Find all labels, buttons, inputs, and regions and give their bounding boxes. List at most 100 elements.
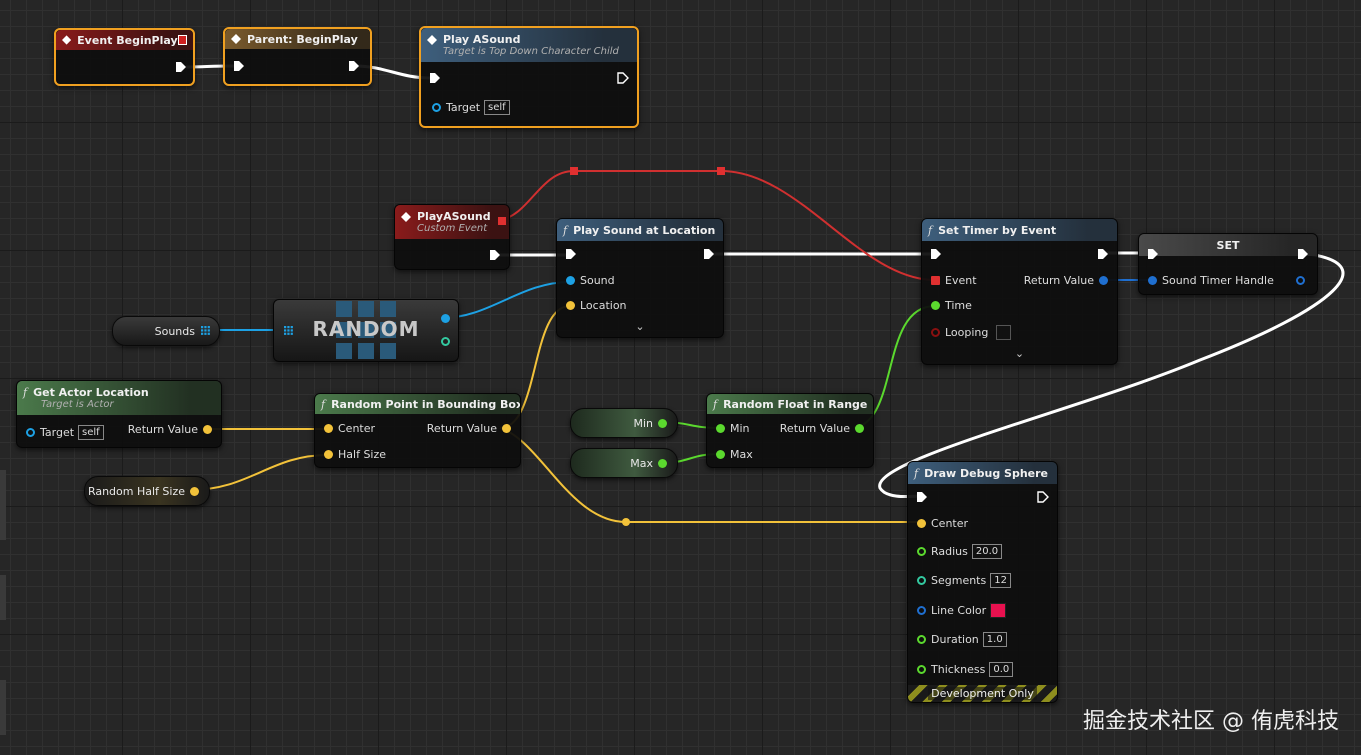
max-variable-node[interactable]: Max <box>570 448 678 478</box>
delegate-pin[interactable] <box>177 35 187 45</box>
exec-out-pin[interactable] <box>175 61 187 73</box>
target-pin[interactable] <box>26 428 35 437</box>
node-title: Parent: BeginPlay <box>247 32 358 46</box>
chevron-down-icon[interactable]: ⌄ <box>557 320 723 333</box>
blueprint-graph-canvas[interactable]: Event BeginPlay Parent: BeginPlay Play A… <box>0 0 1361 755</box>
return-value-pin[interactable] <box>1099 276 1108 285</box>
duration-pin[interactable] <box>917 635 926 644</box>
center-pin[interactable] <box>324 424 333 433</box>
center-pin[interactable] <box>917 519 926 528</box>
return-value-pin-row[interactable]: Return Value <box>780 422 869 435</box>
item-out-pin[interactable] <box>441 314 450 323</box>
sound-pin[interactable] <box>566 276 575 285</box>
halfsize-pin[interactable] <box>324 450 333 459</box>
draw-debug-sphere-node[interactable]: f Draw Debug Sphere Center Radius 20.0 S… <box>907 461 1058 703</box>
exec-in-pin[interactable] <box>1147 248 1159 260</box>
exec-in-pin[interactable] <box>930 248 942 260</box>
set-variable-node[interactable]: SET Sound Timer Handle <box>1138 233 1318 295</box>
delegate-pin[interactable] <box>498 217 506 225</box>
reroute-node[interactable] <box>717 167 725 175</box>
array-grid-icon[interactable] <box>284 326 294 336</box>
exec-arrow-icon <box>176 62 186 72</box>
looping-pin-row[interactable]: Looping <box>926 325 1012 340</box>
reroute-node[interactable] <box>622 518 630 526</box>
exec-out-pin[interactable] <box>617 72 629 84</box>
event-delegate-pin[interactable] <box>931 276 940 285</box>
index-out-pin[interactable] <box>441 337 450 346</box>
min-pin-row[interactable]: Min <box>711 422 750 435</box>
exec-out-pin[interactable] <box>489 249 501 261</box>
time-pin-row[interactable]: Time <box>926 299 972 312</box>
exec-out-pin[interactable] <box>1097 248 1109 260</box>
max-pin[interactable] <box>716 450 725 459</box>
exec-in-pin[interactable] <box>429 72 441 84</box>
random-half-size-variable-node[interactable]: Random Half Size <box>84 476 210 506</box>
exec-out-pin[interactable] <box>1297 248 1309 260</box>
segments-pin[interactable] <box>917 576 926 585</box>
line-color-swatch[interactable] <box>990 603 1007 618</box>
event-beginplay-node[interactable]: Event BeginPlay <box>54 28 195 86</box>
time-pin[interactable] <box>931 301 940 310</box>
target-pin-row[interactable]: Target self <box>427 100 510 115</box>
target-value-field[interactable]: self <box>78 425 104 440</box>
event-pin-row[interactable]: Event <box>926 274 977 287</box>
variable-out-pin[interactable] <box>658 418 667 428</box>
return-value-pin[interactable] <box>502 424 511 433</box>
sounds-variable-node[interactable]: Sounds <box>112 316 220 346</box>
chevron-down-icon[interactable]: ⌄ <box>922 347 1117 360</box>
playasound-custom-event-node[interactable]: PlayASound Custom Event <box>394 204 510 270</box>
looping-checkbox[interactable] <box>996 325 1012 340</box>
parent-beginplay-node[interactable]: Parent: BeginPlay <box>223 27 372 86</box>
segments-pin-row[interactable]: Segments 12 <box>912 573 1011 588</box>
location-pin[interactable] <box>566 301 575 310</box>
return-value-pin[interactable] <box>855 424 864 433</box>
sound-timer-handle-pin-row[interactable]: Sound Timer Handle <box>1143 274 1274 287</box>
play-asound-call-node[interactable]: Play ASound Target is Top Down Character… <box>419 26 639 128</box>
play-sound-at-location-node[interactable]: f Play Sound at Location Sound Location … <box>556 218 724 338</box>
random-array-item-node[interactable]: RANDOM <box>273 299 459 362</box>
segments-value-field[interactable]: 12 <box>990 573 1011 588</box>
exec-out-pin[interactable] <box>348 60 360 72</box>
variable-out-pin[interactable] <box>190 486 199 496</box>
return-value-pin-row[interactable]: Return Value <box>427 422 516 435</box>
duration-value-field[interactable]: 1.0 <box>982 632 1007 647</box>
exec-out-pin[interactable] <box>1037 491 1049 503</box>
return-value-pin-row[interactable]: Return Value <box>128 423 217 436</box>
exec-out-pin[interactable] <box>703 248 715 260</box>
set-timer-by-event-node[interactable]: f Set Timer by Event Event Return Value … <box>921 218 1118 365</box>
radius-value-field[interactable]: 20.0 <box>971 544 1003 559</box>
exec-in-pin[interactable] <box>916 491 928 503</box>
thickness-value-field[interactable]: 0.0 <box>989 662 1014 677</box>
max-pin-row[interactable]: Max <box>711 448 753 461</box>
looping-pin[interactable] <box>931 328 940 337</box>
duration-pin-row[interactable]: Duration 1.0 <box>912 632 1007 647</box>
thickness-pin[interactable] <box>917 665 926 674</box>
return-value-pin-row[interactable]: Return Value <box>1024 274 1113 287</box>
exec-in-pin[interactable] <box>233 60 245 72</box>
return-value-pin[interactable] <box>203 425 212 434</box>
min-pin[interactable] <box>716 424 725 433</box>
array-grid-icon[interactable] <box>201 326 211 336</box>
target-pin[interactable] <box>432 103 441 112</box>
center-pin-row[interactable]: Center <box>319 422 375 435</box>
thickness-pin-row[interactable]: Thickness 0.0 <box>912 662 1014 677</box>
sound-timer-handle-out-pin[interactable] <box>1296 276 1305 285</box>
get-actor-location-node[interactable]: f Get Actor Location Target is Actor Tar… <box>16 380 222 448</box>
location-pin-row[interactable]: Location <box>561 299 627 312</box>
radius-pin-row[interactable]: Radius 20.0 <box>912 544 1003 559</box>
target-value-field[interactable]: self <box>484 100 510 115</box>
center-pin-row[interactable]: Center <box>912 517 968 530</box>
random-float-in-range-node[interactable]: f Random Float in Range Min Return Value… <box>706 393 874 468</box>
target-pin-row[interactable]: Target self <box>21 425 104 440</box>
variable-out-pin[interactable] <box>658 458 667 468</box>
sound-pin-row[interactable]: Sound <box>561 274 615 287</box>
line-color-pin[interactable] <box>917 606 926 615</box>
sound-timer-handle-in-pin[interactable] <box>1148 276 1157 285</box>
reroute-node[interactable] <box>570 167 578 175</box>
halfsize-pin-row[interactable]: Half Size <box>319 448 386 461</box>
min-variable-node[interactable]: Min <box>570 408 678 438</box>
random-point-in-bounding-box-node[interactable]: f Random Point in Bounding Box Center Re… <box>314 393 521 468</box>
line-color-pin-row[interactable]: Line Color <box>912 603 1007 618</box>
exec-in-pin[interactable] <box>565 248 577 260</box>
radius-pin[interactable] <box>917 547 926 556</box>
